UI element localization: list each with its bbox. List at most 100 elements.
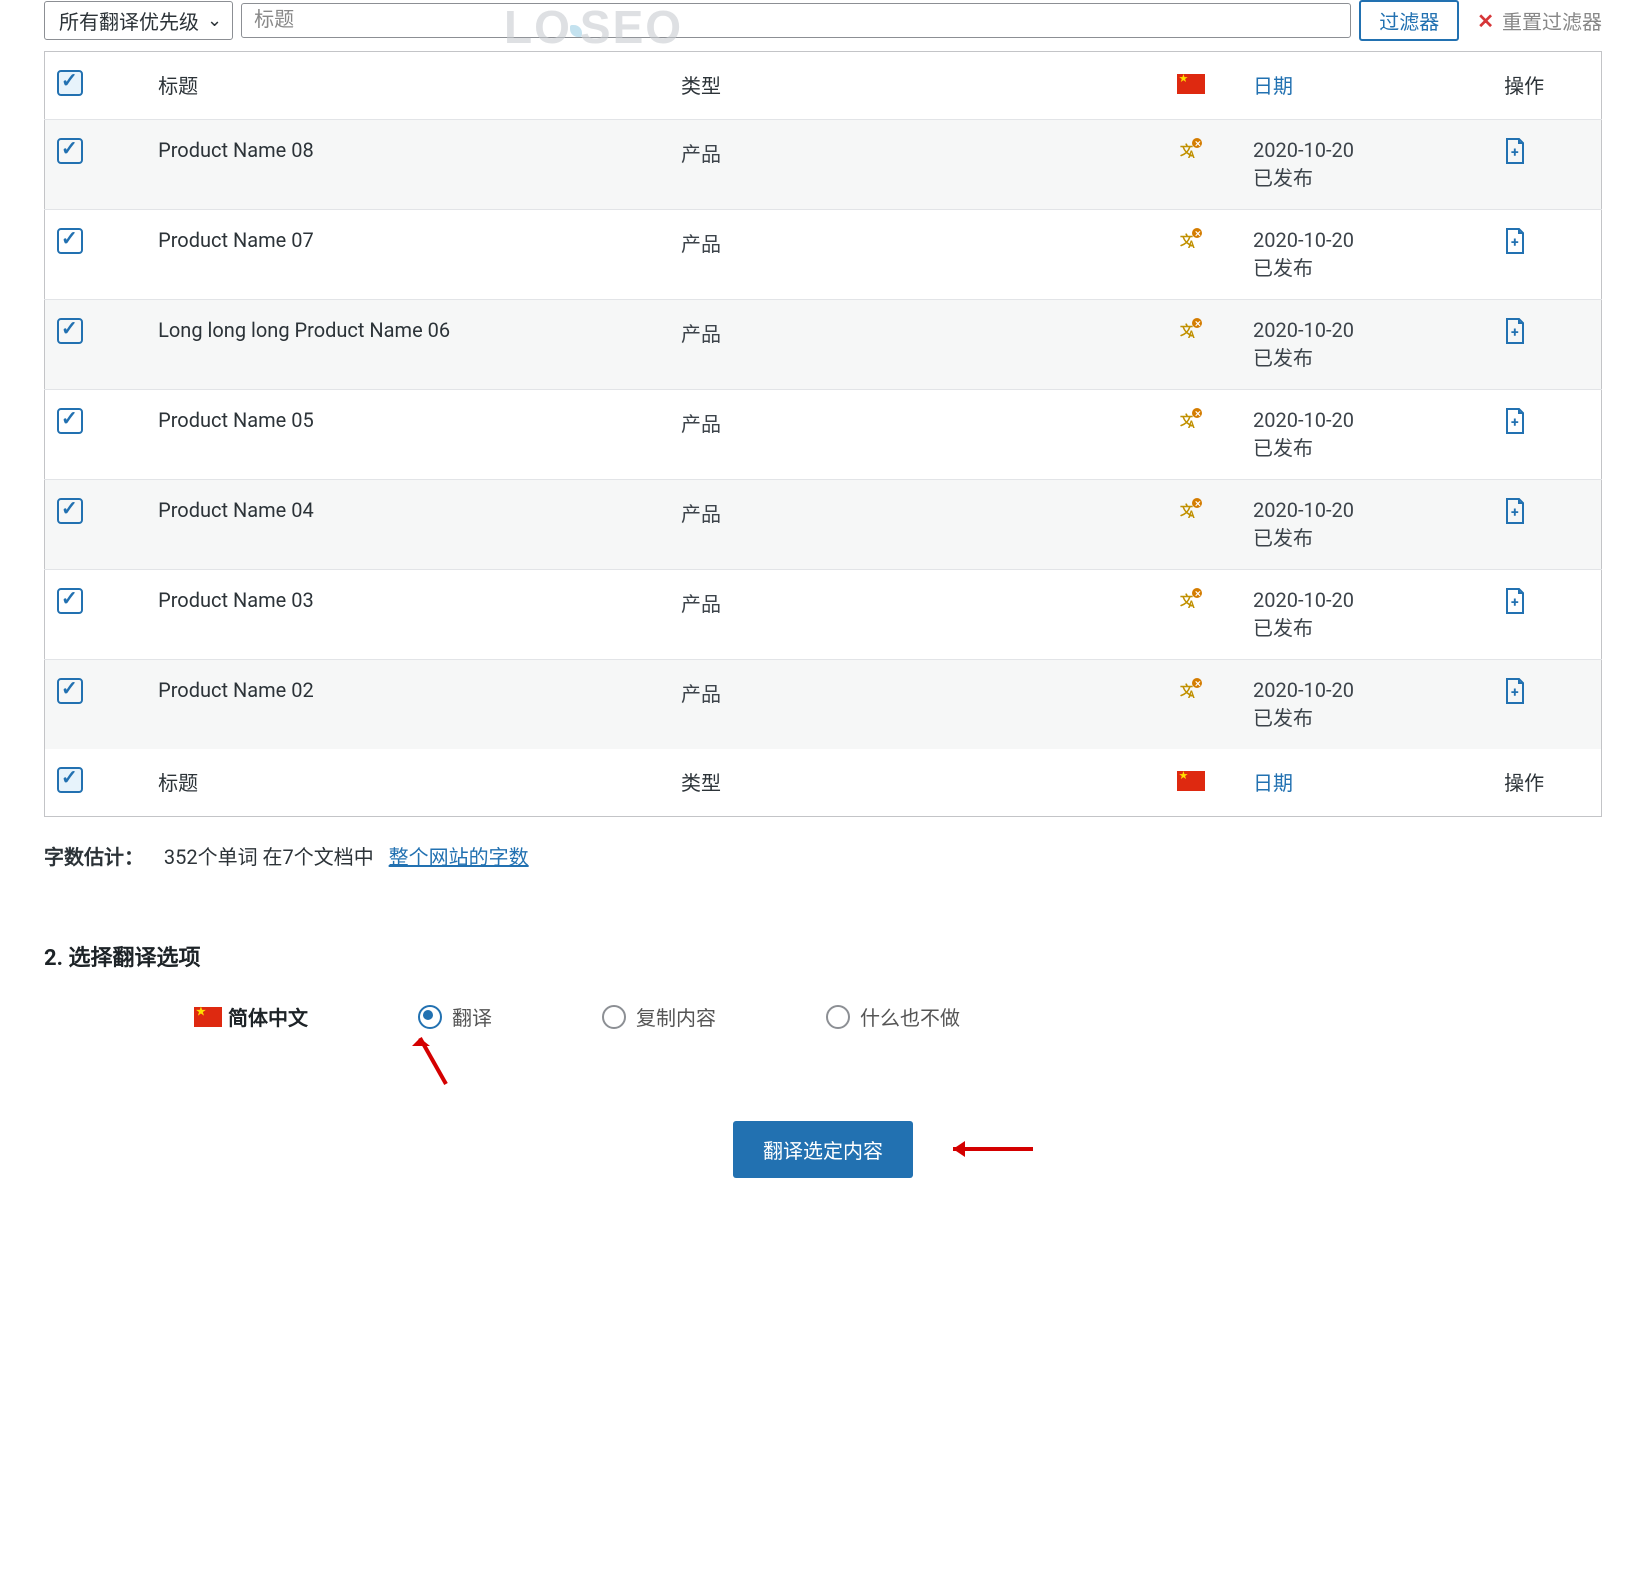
- svg-text:A: A: [1188, 690, 1195, 700]
- row-status: 已发布: [1253, 522, 1480, 551]
- svg-text:✕: ✕: [1194, 140, 1201, 149]
- svg-text:✕: ✕: [1194, 680, 1201, 689]
- radio-nothing-label: 什么也不做: [860, 1002, 960, 1031]
- add-document-icon[interactable]: +: [1504, 498, 1526, 524]
- row-status: 已发布: [1253, 252, 1480, 281]
- priority-dropdown[interactable]: 所有翻译优先级 ⌄: [44, 1, 233, 40]
- wordcount-site-link[interactable]: 整个网站的字数: [389, 845, 529, 869]
- svg-text:A: A: [1188, 420, 1195, 430]
- row-checkbox[interactable]: [57, 138, 83, 164]
- radio-icon: [418, 1005, 442, 1029]
- footer-flag: [1140, 749, 1241, 817]
- table-row: Product Name 07产品文A✕2020-10-20已发布+: [45, 210, 1602, 300]
- radio-nothing[interactable]: 什么也不做: [826, 1002, 960, 1031]
- header-op: 操作: [1492, 52, 1601, 120]
- table-row: Product Name 08产品 文A✕ 2020-10-20已发布 +: [45, 120, 1602, 210]
- row-checkbox[interactable]: [57, 408, 83, 434]
- reset-filters-label: 重置过滤器: [1502, 6, 1602, 35]
- row-title: Product Name 02: [146, 660, 669, 750]
- add-document-icon[interactable]: +: [1504, 318, 1526, 344]
- filters-row: 所有翻译优先级 ⌄ 过滤器 ✕ 重置过滤器: [44, 0, 1602, 41]
- translate-status-icon[interactable]: 文A✕: [1180, 498, 1202, 520]
- radio-copy[interactable]: 复制内容: [602, 1002, 716, 1031]
- row-type: 产品: [669, 390, 1140, 480]
- table-row: Product Name 05产品文A✕2020-10-20已发布+: [45, 390, 1602, 480]
- row-date: 2020-10-20: [1253, 498, 1480, 522]
- translate-status-icon[interactable]: 文A✕: [1180, 588, 1202, 610]
- row-title: Long long long Product Name 06: [146, 300, 669, 390]
- translation-table: 标题 类型 日期 操作 Product Name 08产品文A✕2020-10-…: [44, 51, 1602, 817]
- header-type: 类型: [669, 52, 1140, 120]
- svg-text:✕: ✕: [1194, 500, 1201, 509]
- row-date: 2020-10-20: [1253, 138, 1480, 162]
- select-all-checkbox-bottom[interactable]: [57, 767, 83, 793]
- row-status: 已发布: [1253, 342, 1480, 371]
- footer-date[interactable]: 日期: [1241, 749, 1492, 817]
- row-checkbox[interactable]: [57, 228, 83, 254]
- row-type: 产品: [669, 210, 1140, 300]
- svg-text:+: +: [1511, 415, 1519, 431]
- row-date: 2020-10-20: [1253, 588, 1480, 612]
- translate-status-icon[interactable]: 文A✕: [1180, 318, 1202, 340]
- translate-status-icon[interactable]: 文A✕: [1180, 408, 1202, 430]
- radio-translate[interactable]: 翻译: [418, 1002, 492, 1031]
- title-search-input[interactable]: [241, 3, 1351, 38]
- arrow-annotation-icon: [933, 1129, 1043, 1169]
- row-checkbox[interactable]: [57, 318, 83, 344]
- filter-button[interactable]: 过滤器: [1359, 0, 1459, 41]
- svg-text:+: +: [1511, 685, 1519, 701]
- row-title: Product Name 07: [146, 210, 669, 300]
- svg-text:✕: ✕: [1194, 320, 1201, 329]
- row-type: 产品: [669, 660, 1140, 750]
- row-status: 已发布: [1253, 162, 1480, 191]
- translate-selected-button[interactable]: 翻译选定内容: [733, 1121, 913, 1178]
- footer-type: 类型: [669, 749, 1140, 817]
- row-title: Product Name 08: [146, 120, 669, 210]
- submit-row: 翻译选定内容: [44, 1121, 1602, 1178]
- options-row: 简体中文 翻译 复制内容 什么也不做: [44, 1002, 1602, 1031]
- select-all-checkbox-top[interactable]: [57, 70, 83, 96]
- radio-icon: [602, 1005, 626, 1029]
- row-date-cell: 2020-10-20已发布: [1241, 300, 1492, 390]
- row-date: 2020-10-20: [1253, 318, 1480, 342]
- option-language-label: 简体中文: [228, 1002, 308, 1031]
- radio-icon: [826, 1005, 850, 1029]
- translate-status-icon[interactable]: 文A✕: [1180, 678, 1202, 700]
- flag-cn-icon: [194, 1007, 222, 1027]
- row-date-cell: 2020-10-20已发布: [1241, 660, 1492, 750]
- reset-filters-button[interactable]: ✕ 重置过滤器: [1477, 6, 1602, 35]
- translate-status-icon[interactable]: 文A✕: [1180, 228, 1202, 250]
- svg-text:A: A: [1188, 150, 1195, 160]
- row-checkbox[interactable]: [57, 678, 83, 704]
- row-type: 产品: [669, 300, 1140, 390]
- add-document-icon[interactable]: +: [1504, 228, 1526, 254]
- svg-text:+: +: [1511, 145, 1519, 161]
- row-date-cell: 2020-10-20已发布: [1241, 480, 1492, 570]
- row-date: 2020-10-20: [1253, 408, 1480, 432]
- header-date[interactable]: 日期: [1241, 52, 1492, 120]
- row-title: Product Name 05: [146, 390, 669, 480]
- table-row: Long long long Product Name 06产品 文A✕ 2020-…: [45, 300, 1602, 390]
- svg-text:A: A: [1188, 240, 1195, 250]
- row-title: Product Name 04: [146, 480, 669, 570]
- header-title[interactable]: 标题: [146, 52, 669, 120]
- priority-dropdown-label: 所有翻译优先级: [59, 6, 199, 35]
- svg-text:✕: ✕: [1194, 590, 1201, 599]
- add-document-icon[interactable]: +: [1504, 678, 1526, 704]
- add-document-icon[interactable]: +: [1504, 138, 1526, 164]
- svg-text:A: A: [1188, 510, 1195, 520]
- row-checkbox[interactable]: [57, 588, 83, 614]
- row-checkbox[interactable]: [57, 498, 83, 524]
- header-flag: [1140, 52, 1241, 120]
- svg-text:+: +: [1511, 325, 1519, 341]
- translate-status-icon[interactable]: 文A✕: [1180, 138, 1202, 160]
- chevron-down-icon: ⌄: [207, 10, 222, 31]
- wordcount-label: 字数估计：: [44, 845, 144, 869]
- footer-title[interactable]: 标题: [146, 749, 669, 817]
- svg-text:✕: ✕: [1194, 230, 1201, 239]
- add-document-icon[interactable]: +: [1504, 588, 1526, 614]
- option-language: 简体中文: [194, 1002, 308, 1031]
- row-type: 产品: [669, 120, 1140, 210]
- row-date: 2020-10-20: [1253, 678, 1480, 702]
- add-document-icon[interactable]: +: [1504, 408, 1526, 434]
